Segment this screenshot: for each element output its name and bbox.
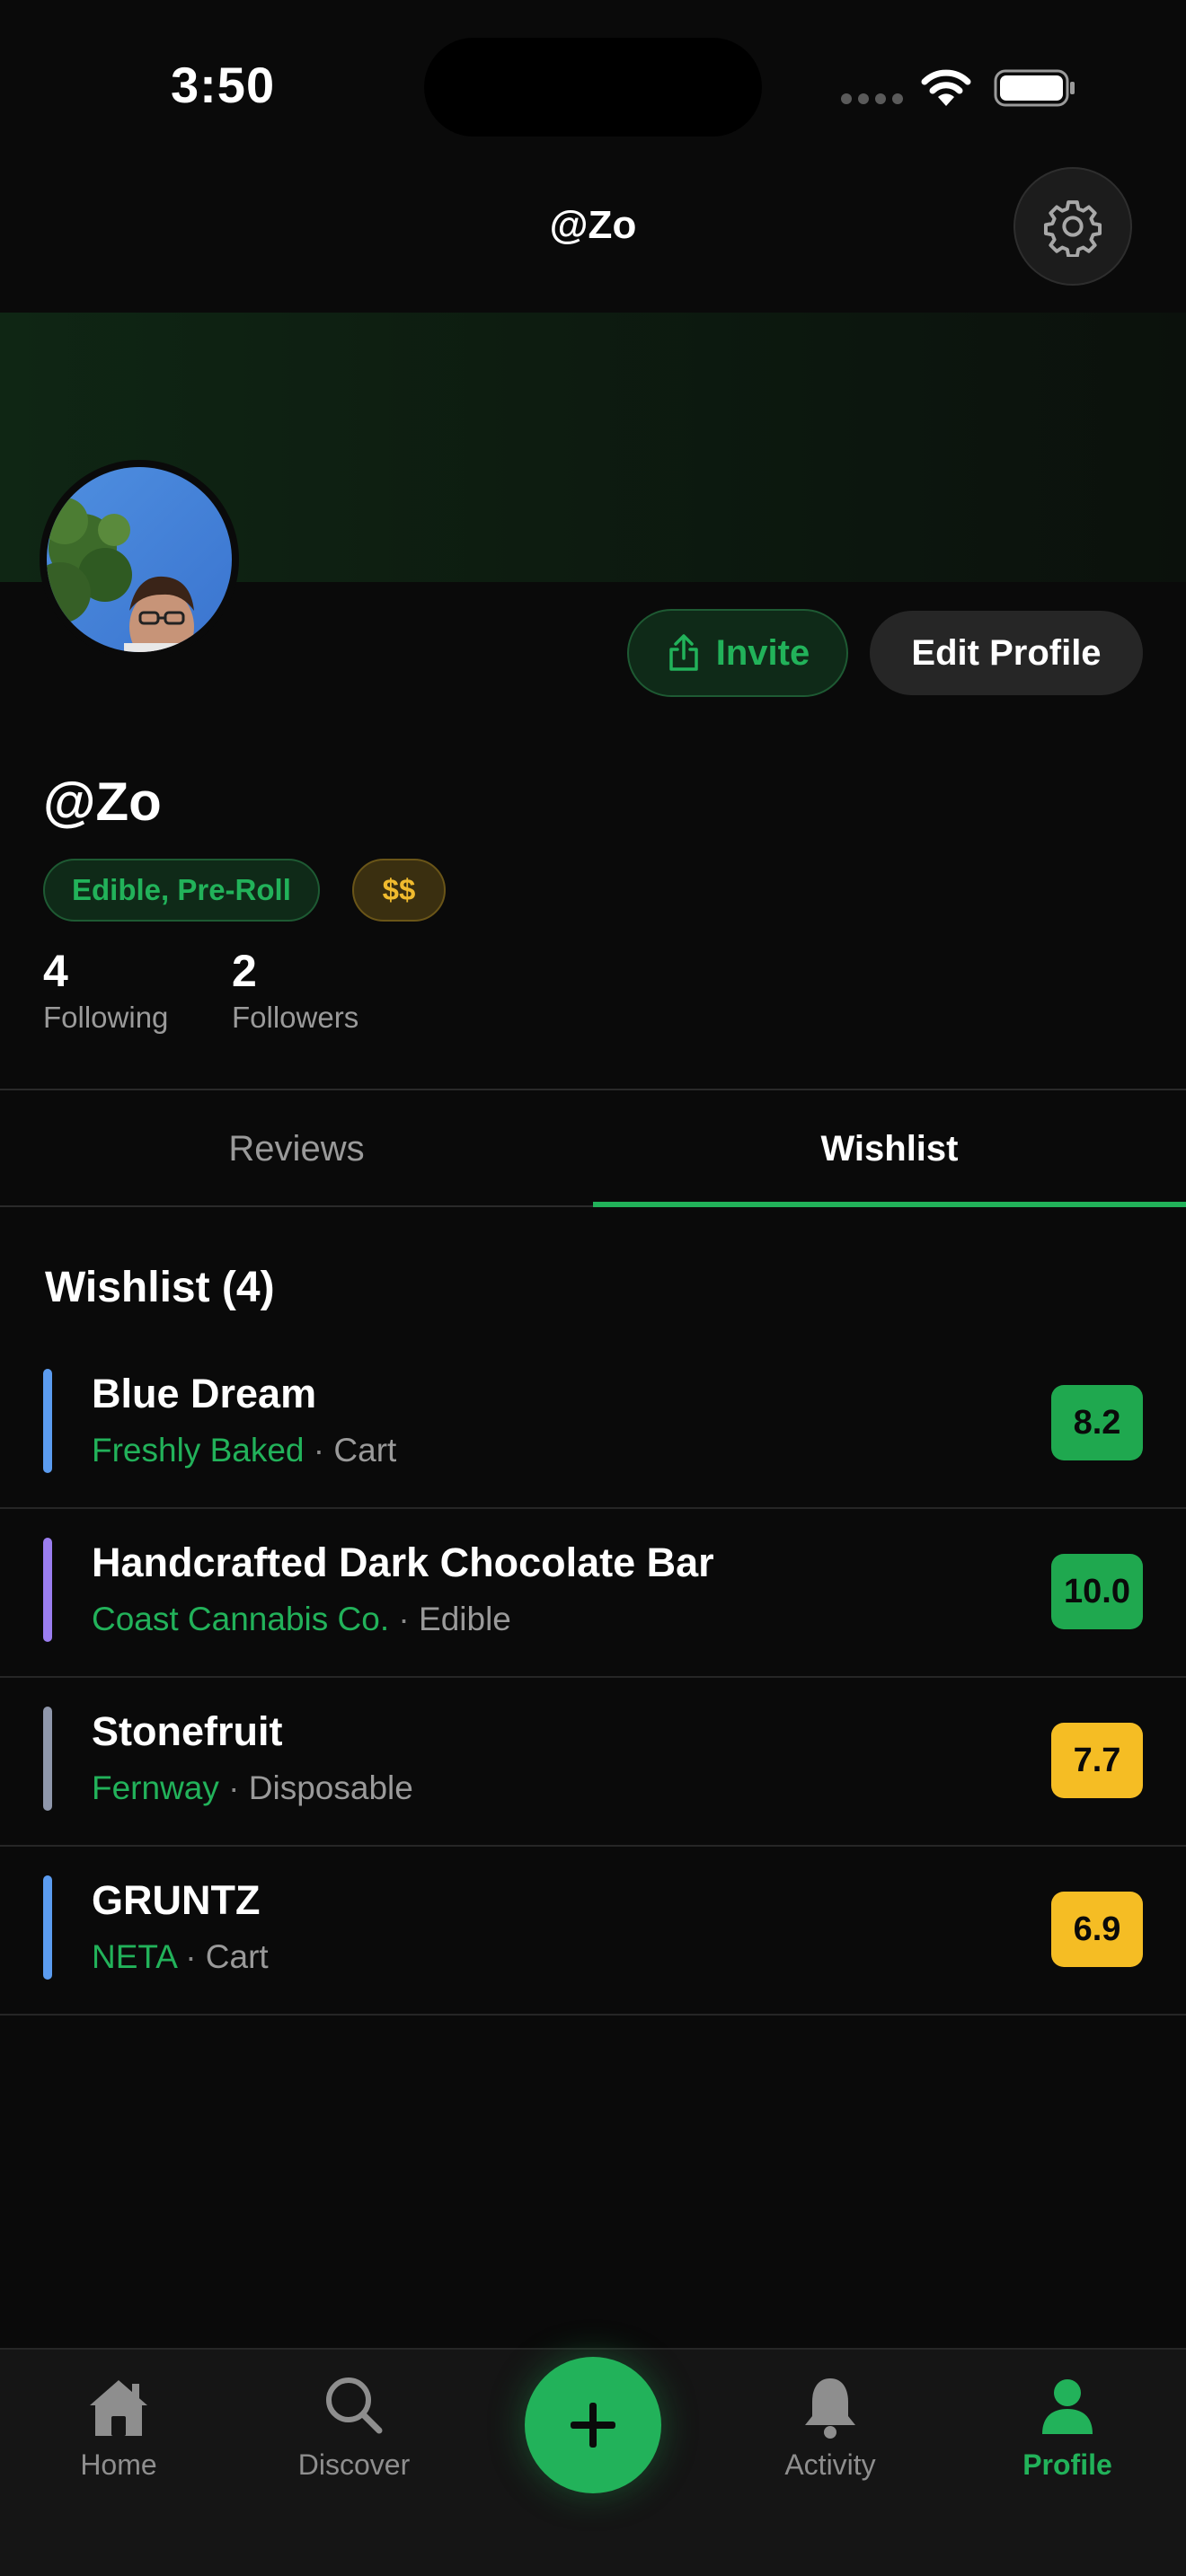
score-badge: 10.0 [1051,1554,1143,1629]
nav-label: Profile [1022,2448,1112,2481]
active-tab-indicator [593,1202,1186,1207]
product-meta: NETA · Cart [92,1938,269,1976]
person-icon [1042,2379,1093,2434]
product-meta: Fernway · Disposable [92,1769,413,1807]
following-count[interactable]: 4 [43,945,68,997]
separator: · [398,1601,410,1637]
invite-button[interactable]: Invite [627,609,848,697]
header-title: @Zo [549,203,637,247]
product-name: Handcrafted Dark Chocolate Bar [92,1539,714,1585]
brand-link[interactable]: NETA [92,1938,176,1975]
dynamic-island [424,38,762,137]
product-type: Disposable [248,1769,413,1806]
list-item[interactable]: Stonefruit Fernway · Disposable 7.7 [0,1680,1186,1847]
preference-tag: Edible, Pre-Roll [43,859,320,922]
wifi-icon [921,69,971,106]
edit-profile-button[interactable]: Edit Profile [870,611,1143,695]
wishlist-title: Wishlist (4) [45,1264,275,1311]
search-icon [326,2378,383,2434]
product-type: Cart [205,1938,269,1975]
username: @Zo [43,772,162,832]
status-time: 3:50 [171,57,276,113]
home-icon [90,2380,147,2436]
brand-link[interactable]: Freshly Baked [92,1432,305,1469]
product-name: GRUNTZ [92,1877,261,1923]
nav-label: Activity [784,2448,876,2481]
tab-wishlist[interactable]: Wishlist [593,1090,1186,1207]
product-name: Blue Dream [92,1371,317,1416]
avatar[interactable] [40,460,239,659]
product-name: Stonefruit [92,1708,283,1754]
nav-label: Home [80,2448,157,2481]
nav-discover[interactable]: Discover [264,2371,444,2482]
category-accent-bar [43,1538,52,1642]
list-item[interactable]: Blue Dream Freshly Baked · Cart 8.2 [0,1342,1186,1509]
list-item[interactable]: GRUNTZ NETA · Cart 6.9 [0,1848,1186,2016]
score-badge: 6.9 [1051,1892,1143,1967]
gear-icon [1043,200,1102,257]
bell-icon [805,2378,855,2439]
nav-activity[interactable]: Activity [740,2371,920,2482]
avatar-photo [47,467,232,652]
brand-link[interactable]: Coast Cannabis Co. [92,1601,389,1637]
following-label[interactable]: Following [43,1001,168,1035]
separator: · [313,1432,325,1469]
settings-button[interactable] [1013,167,1132,286]
product-type: Cart [333,1432,397,1469]
profile-screen: 3:50 @Zo Invite Edit Profile @Zo Edible,… [0,0,1186,2576]
cellular-signal-icon [841,93,903,104]
add-review-button[interactable] [525,2357,661,2493]
category-accent-bar [43,1369,52,1473]
separator: · [228,1769,240,1806]
list-item[interactable]: Handcrafted Dark Chocolate Bar Coast Can… [0,1511,1186,1678]
score-badge: 8.2 [1051,1385,1143,1460]
product-type: Edible [419,1601,511,1637]
followers-count[interactable]: 2 [232,945,257,997]
nav-profile[interactable]: Profile [978,2371,1157,2482]
category-accent-bar [43,1875,52,1980]
invite-label: Invite [715,632,810,673]
separator: · [185,1938,197,1975]
score-badge: 7.7 [1051,1723,1143,1798]
category-accent-bar [43,1707,52,1811]
product-meta: Freshly Baked · Cart [92,1432,396,1469]
nav-label: Discover [297,2448,411,2481]
share-icon [669,634,698,671]
plus-icon [571,2403,615,2448]
followers-label[interactable]: Followers [232,1001,358,1035]
brand-link[interactable]: Fernway [92,1769,219,1806]
battery-icon [994,69,1075,107]
product-meta: Coast Cannabis Co. · Edible [92,1601,511,1638]
tab-reviews[interactable]: Reviews [0,1090,593,1207]
price-tag: $$ [352,859,446,922]
nav-home[interactable]: Home [29,2371,208,2482]
